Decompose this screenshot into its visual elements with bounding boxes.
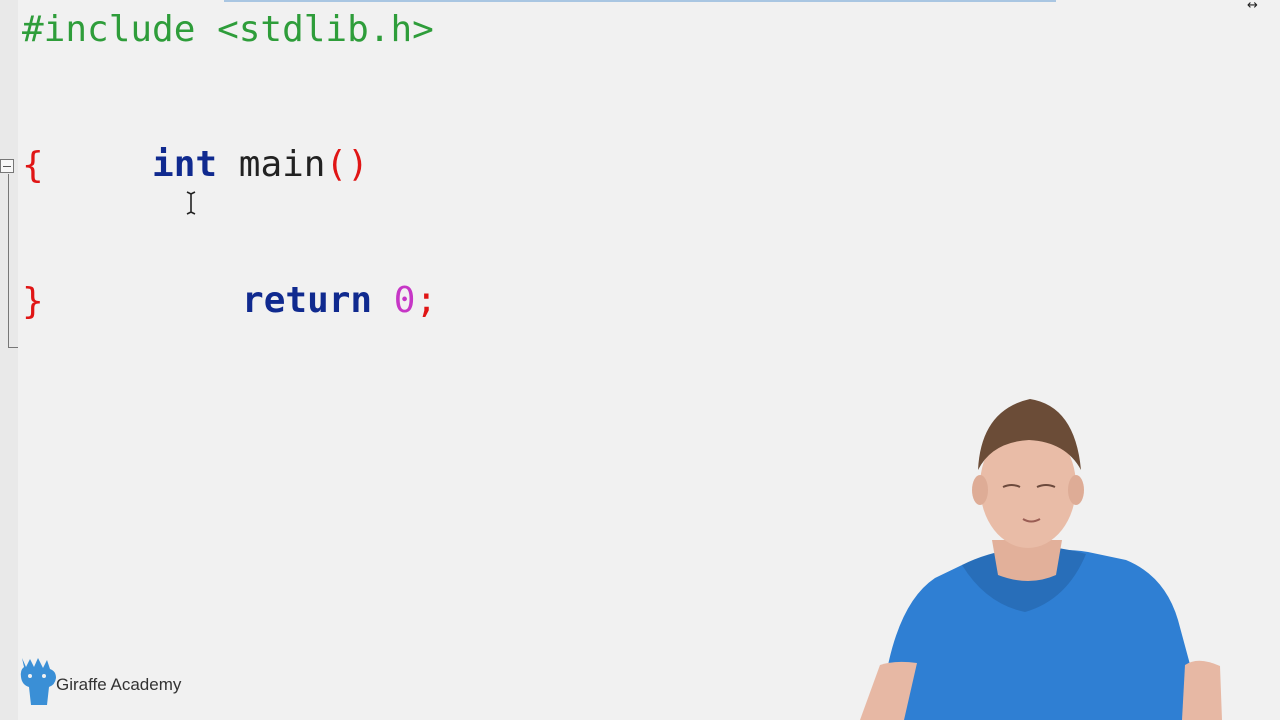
semicolon: ; — [415, 280, 438, 321]
fold-guide-line — [8, 174, 9, 348]
open-brace[interactable]: { — [22, 144, 44, 188]
collapse-block-icon[interactable] — [0, 159, 14, 173]
return-line[interactable]: return 0; — [112, 235, 437, 367]
fold-guide-end — [8, 347, 18, 348]
int-keyword: int — [152, 144, 218, 185]
return-value: 0 — [393, 280, 416, 321]
main-parens: () — [325, 144, 369, 185]
include-line[interactable]: #include <stdlib.h> — [22, 8, 434, 52]
brand-watermark: Giraffe Academy — [16, 656, 236, 708]
main-identifier: main — [238, 144, 326, 185]
close-brace[interactable]: } — [22, 280, 44, 324]
code-editor[interactable]: #include <stdlib.h> int main() { return … — [0, 0, 700, 360]
brand-name: Giraffe Academy — [56, 675, 182, 694]
presenter-video — [860, 399, 1222, 720]
resize-handle-icon[interactable]: ↔ — [1247, 0, 1258, 13]
return-keyword: return — [242, 280, 373, 321]
text-cursor-icon — [186, 191, 196, 215]
video-frame: ↔ #include <stdlib.h> int main() { retur… — [0, 0, 1280, 720]
